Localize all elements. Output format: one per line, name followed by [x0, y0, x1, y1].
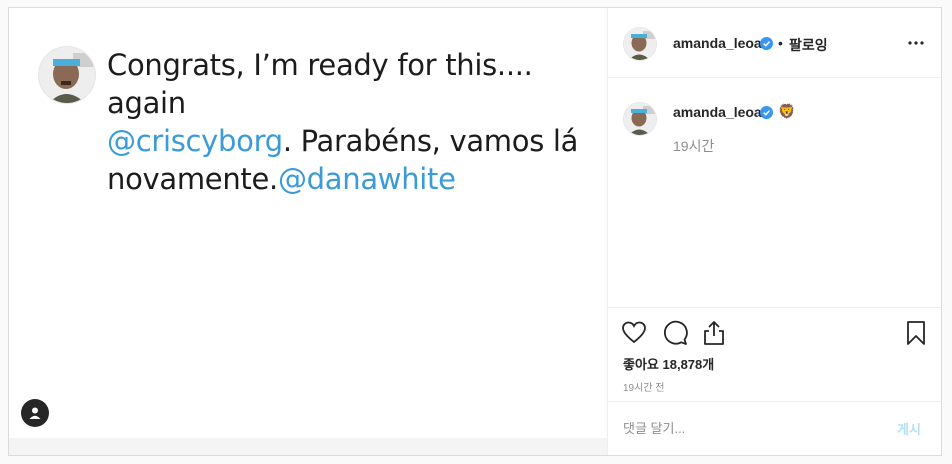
header-avatar[interactable] [623, 27, 657, 61]
tagged-users-button[interactable] [21, 399, 49, 427]
comment-bubble-icon[interactable] [662, 320, 688, 346]
post-sidebar: amanda_leoa • 팔로잉 amanda_leoa 🦁 19시간 좋아요… [607, 8, 941, 455]
verified-badge-icon [760, 106, 773, 119]
header-username[interactable]: amanda_leoa [673, 35, 762, 51]
like-heart-icon[interactable] [621, 320, 647, 346]
tweet-text-line1: Congrats, I’m ready for this.... again [107, 48, 533, 120]
comment-form: 게시 [607, 401, 941, 455]
user-icon [29, 407, 41, 419]
caption-username[interactable]: amanda_leoa [673, 104, 762, 120]
more-options-icon[interactable] [907, 34, 925, 52]
tweet-screenshot: Congrats, I’m ready for this.... again @… [9, 8, 607, 438]
likes-count[interactable]: 좋아요 18,878개 [623, 354, 714, 373]
mention-criscyborg: @criscyborg [107, 124, 283, 158]
post-comment-button[interactable]: 게시 [897, 419, 921, 438]
mention-danawhite: @danawhite [277, 162, 456, 196]
following-button[interactable]: 팔로잉 [789, 35, 828, 55]
post-modal: Congrats, I’m ready for this.... again @… [8, 7, 942, 456]
comment-input[interactable] [623, 418, 873, 438]
posted-time[interactable]: 19시간 전 [623, 379, 665, 394]
bookmark-icon[interactable] [903, 320, 929, 346]
share-icon[interactable] [701, 320, 727, 346]
tweet-avatar [38, 46, 96, 104]
caption-avatar[interactable] [623, 102, 657, 136]
verified-badge-icon [760, 37, 773, 50]
tweet-text-line3: novamente. [107, 162, 278, 196]
tweet-text-line2: . Parabéns, vamos lá [282, 124, 579, 158]
media-bottom-strip [9, 438, 607, 455]
lion-emoji: 🦁 [778, 103, 796, 119]
tweet-text: Congrats, I’m ready for this.... again @… [107, 46, 587, 198]
post-actions: 좋아요 18,878개 19시간 전 [607, 307, 941, 401]
header-separator: • [778, 35, 783, 51]
post-media[interactable]: Congrats, I’m ready for this.... again @… [9, 8, 608, 455]
caption-timestamp[interactable]: 19시간 [673, 136, 714, 156]
post-header: amanda_leoa • 팔로잉 [607, 8, 941, 78]
